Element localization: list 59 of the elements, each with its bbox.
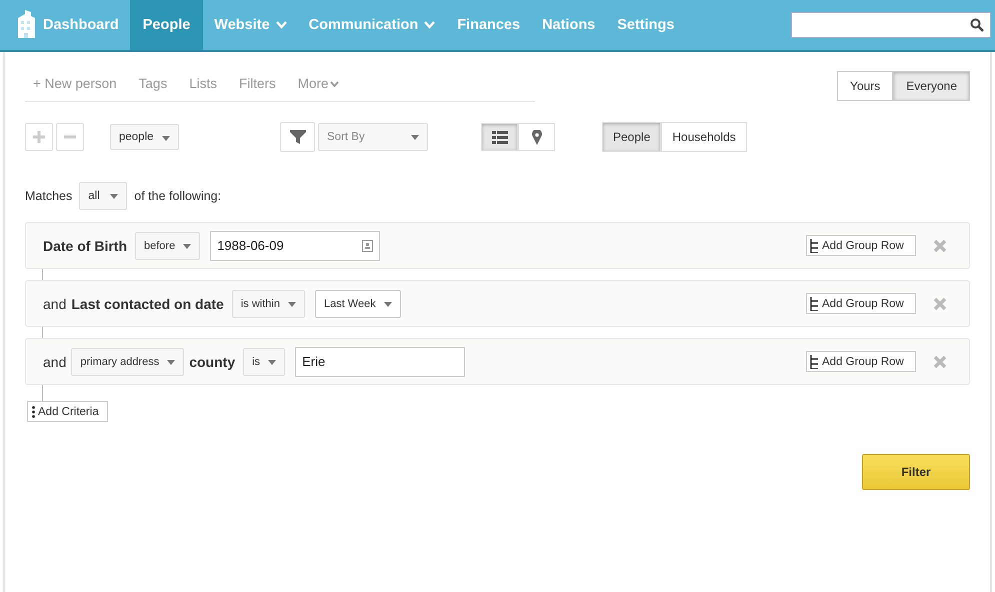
caret-icon	[110, 194, 118, 199]
match-select[interactable]: all	[79, 182, 128, 210]
tree-icon	[810, 354, 818, 368]
type-select[interactable]: people	[110, 124, 179, 150]
date-field[interactable]: 1988-06-09	[210, 230, 380, 260]
caret-icon	[162, 136, 170, 141]
close-button[interactable]	[933, 238, 947, 252]
caret-icon	[167, 360, 176, 364]
chevron-down-icon	[276, 21, 287, 29]
tree-icon	[810, 238, 818, 252]
operator-select[interactable]: primary address	[71, 348, 184, 376]
remove-button[interactable]	[56, 123, 84, 151]
caret-icon	[411, 135, 419, 140]
list-view-button[interactable]	[481, 123, 518, 151]
add-criteria-button[interactable]: Add Criteria	[27, 401, 108, 422]
close-button[interactable]	[933, 296, 947, 310]
entity-toggle[interactable]: Households	[661, 122, 747, 152]
filter-submit-button[interactable]: Filter	[862, 454, 970, 490]
add-group-row-button[interactable]: Add Group Row	[806, 235, 916, 256]
building-icon	[15, 10, 37, 40]
operator-select[interactable]: before	[135, 232, 200, 260]
scope-toggle[interactable]: Yours	[837, 71, 894, 101]
map-view-button[interactable]	[518, 123, 555, 151]
close-icon	[933, 296, 947, 310]
caret-icon	[183, 244, 192, 248]
list-icon	[492, 130, 508, 144]
funnel-icon	[290, 129, 306, 145]
vertical-dots-icon	[32, 406, 35, 418]
matches-suffix: of the following:	[134, 189, 222, 203]
add-group-row-button[interactable]: Add Group Row	[806, 351, 916, 372]
tree-icon	[810, 296, 818, 310]
map-pin-icon	[532, 130, 542, 144]
close-icon	[933, 238, 947, 252]
filter-button[interactable]	[280, 122, 315, 152]
close-icon	[933, 354, 947, 368]
operator-select[interactable]: is	[243, 348, 286, 376]
field-label: Last contacted on date	[71, 296, 224, 312]
close-button[interactable]	[933, 354, 947, 368]
field-label: county	[189, 354, 236, 370]
plus-icon	[33, 131, 45, 143]
value-field[interactable]: Erie	[295, 346, 466, 376]
caret-icon	[384, 302, 392, 306]
scope-toggle[interactable]: Everyone	[893, 71, 970, 101]
calendar-icon	[362, 240, 374, 252]
entity-toggle[interactable]: People	[602, 122, 662, 152]
add-button[interactable]	[25, 123, 53, 151]
search-field[interactable]	[791, 12, 991, 38]
field-label: Date of Birth	[43, 238, 127, 254]
search-icon	[970, 18, 984, 32]
caret-icon	[268, 360, 276, 364]
conjunction-label: and	[43, 354, 66, 370]
add-group-row-button[interactable]: Add Group Row	[806, 293, 916, 314]
matches-label: Matches	[25, 189, 72, 203]
value-select[interactable]: Last Week	[314, 290, 401, 318]
operator-select[interactable]: is within	[232, 290, 305, 318]
conjunction-label: and	[43, 296, 66, 312]
chevron-down-icon	[424, 21, 436, 29]
chevron-down-icon	[330, 80, 340, 86]
caret-icon	[288, 302, 296, 306]
